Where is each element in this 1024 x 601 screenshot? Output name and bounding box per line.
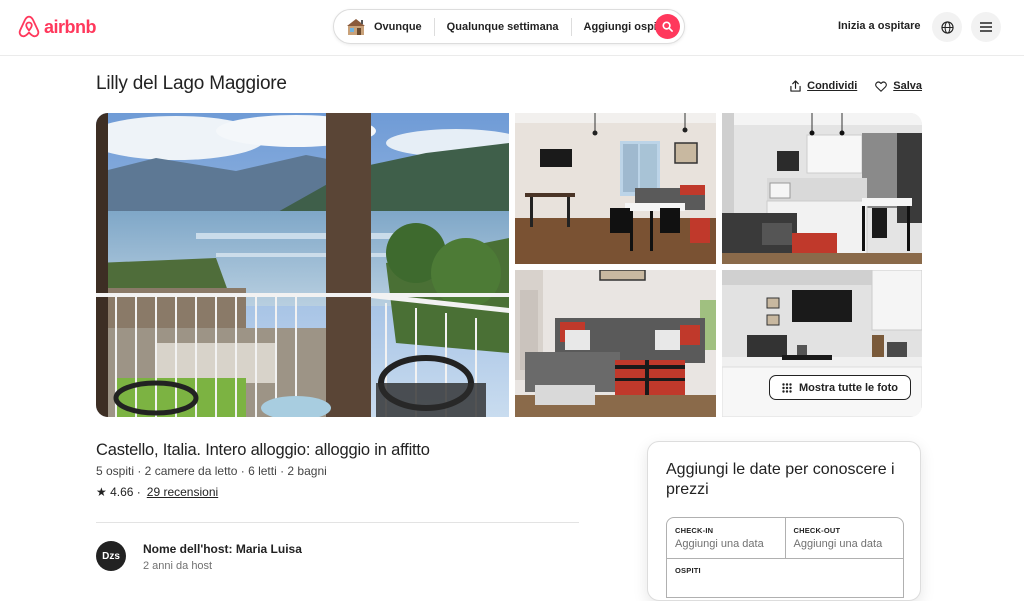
show-all-photos-label: Mostra tutte le foto	[799, 381, 898, 394]
photo-gallery	[96, 113, 922, 417]
section-divider	[96, 522, 579, 523]
listing-actions: Condividi Salva	[790, 80, 922, 92]
photo-sofa[interactable]	[515, 270, 716, 417]
language-button[interactable]	[932, 12, 962, 42]
airbnb-logo[interactable]: airbnb	[18, 15, 97, 39]
become-host-link[interactable]: Inizia a ospitare	[838, 20, 921, 32]
top-header: airbnb Ovunque Qualunque settimana Aggiu…	[0, 0, 1024, 56]
airbnb-logo-icon	[18, 15, 40, 38]
checkout-field[interactable]: CHECK-OUT Aggiungi una data	[784, 518, 904, 558]
checkin-field[interactable]: CHECK-IN Aggiungi una data	[667, 518, 785, 558]
heart-icon	[875, 81, 888, 92]
guests-label: OSPITI	[675, 566, 701, 575]
host-avatar[interactable]: Dzs	[96, 541, 126, 571]
save-button[interactable]: Salva	[875, 80, 922, 92]
search-bar[interactable]: Ovunque Qualunque settimana Aggiungi osp…	[333, 9, 685, 44]
show-all-photos-button[interactable]: Mostra tutte le foto	[769, 375, 911, 400]
search-where[interactable]: Ovunque	[368, 18, 434, 36]
photo-living-dining[interactable]	[515, 113, 716, 264]
listing-title: Lilly del Lago Maggiore	[96, 73, 287, 94]
search-icon	[662, 21, 673, 32]
living-dining-image	[515, 113, 716, 264]
menu-button[interactable]	[971, 12, 1001, 42]
photo-main-lake-view[interactable]	[96, 113, 509, 417]
listing-details: 5 ospiti · 2 camere da letto · 6 letti ·…	[96, 464, 327, 478]
booking-card: Aggiungi le date per conoscere i prezzi …	[647, 441, 921, 601]
menu-icon	[980, 22, 992, 32]
rating-value: ★ 4.66 ·	[96, 485, 141, 499]
checkout-value: Aggiungi una data	[793, 538, 883, 550]
sofa-image	[515, 270, 716, 417]
checkout-label: CHECK-OUT	[793, 526, 841, 535]
photo-kitchen[interactable]	[722, 113, 922, 264]
airbnb-wordmark: airbnb	[44, 16, 97, 37]
kitchen-image	[722, 113, 922, 264]
house-icon	[347, 18, 365, 35]
grid-icon	[782, 382, 792, 393]
share-label: Condividi	[807, 80, 858, 92]
search-button[interactable]	[655, 14, 680, 39]
save-label: Salva	[893, 80, 922, 92]
globe-icon	[940, 20, 954, 34]
share-button[interactable]: Condividi	[790, 80, 857, 92]
checkin-label: CHECK-IN	[675, 526, 714, 535]
listing-rating: ★ 4.66 · 29 recensioni	[96, 485, 218, 499]
guests-field[interactable]: OSPITI	[666, 558, 904, 598]
share-icon	[790, 80, 801, 92]
booking-title: Aggiungi le date per conoscere i prezzi	[666, 461, 895, 498]
host-name: Nome dell'host: Maria Luisa	[143, 542, 302, 556]
date-picker: CHECK-IN Aggiungi una data CHECK-OUT Agg…	[666, 517, 904, 559]
checkin-value: Aggiungi una data	[675, 538, 764, 550]
lake-view-image	[96, 113, 509, 417]
host-since: 2 anni da host	[143, 560, 213, 572]
reviews-link[interactable]: 29 recensioni	[147, 485, 218, 499]
search-when[interactable]: Qualunque settimana	[435, 18, 571, 36]
listing-subtitle: Castello, Italia. Intero alloggio: allog…	[96, 441, 430, 459]
